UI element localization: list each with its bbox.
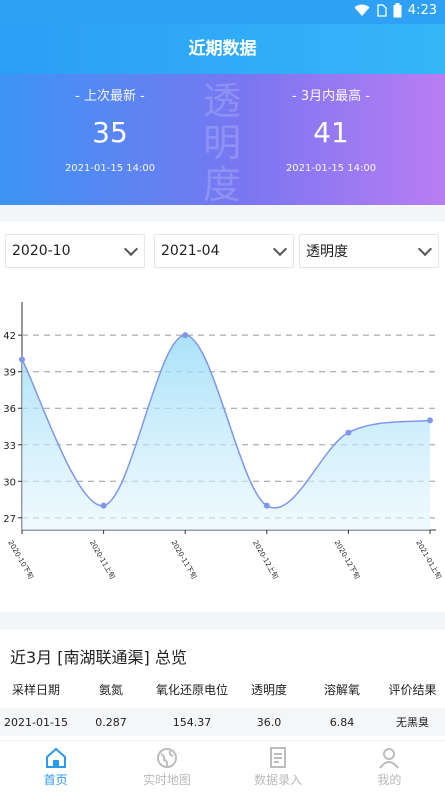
x-tick-label: 2021-01上旬 — [414, 539, 443, 581]
cell-result: 无黑臭 — [396, 716, 429, 729]
chevron-down-icon — [417, 241, 433, 256]
data-point[interactable] — [427, 417, 433, 424]
y-tick-label: 27 — [3, 514, 16, 525]
wifi-icon — [354, 4, 370, 16]
col-header: 氧化还原电位 — [155, 682, 228, 697]
max-value: 41 — [313, 116, 349, 149]
tab-data-entry-label: 数据录入 — [254, 773, 303, 787]
cell-transparency: 36.0 — [256, 715, 282, 729]
y-tick-label: 33 — [3, 441, 16, 452]
end-month-select[interactable]: 2021-04 — [154, 234, 294, 268]
user-icon — [379, 748, 400, 769]
chevron-down-icon — [123, 241, 139, 256]
chevron-down-icon — [272, 241, 288, 256]
cell-date: 2021-01-15 — [4, 715, 68, 729]
y-tick-label: 30 — [3, 477, 16, 488]
latest-time: 2021-01-15 14:00 — [64, 163, 156, 174]
end-month-value: 2021-04 — [161, 243, 220, 259]
data-point[interactable] — [182, 332, 189, 339]
x-tick-label: 2020-10下旬 — [6, 539, 35, 581]
status-bar: 4:23 — [0, 0, 445, 24]
tab-map[interactable]: 实时地图 — [111, 741, 222, 796]
trend-chart: 27 30 33 36 39 42 2020-10下旬 2020-11上旬 2020-11下旬 2… — [0, 282, 445, 612]
status-time: 4:23 — [407, 3, 437, 18]
table-row: 2021-01-15 0.287 154.37 36.0 6.84 无黑臭 — [0, 708, 445, 736]
data-point[interactable] — [19, 356, 25, 363]
tab-home[interactable]: 首页 — [0, 741, 111, 796]
latest-value: 35 — [92, 116, 128, 149]
data-point[interactable] — [345, 429, 352, 436]
tab-home-label: 首页 — [43, 773, 68, 787]
y-tick-label: 39 — [3, 368, 16, 379]
data-point[interactable] — [100, 502, 107, 509]
col-header: 溶解氧 — [323, 682, 360, 697]
tab-profile-label: 我的 — [377, 773, 402, 787]
tab-profile[interactable]: 我的 — [334, 741, 445, 796]
series-area — [22, 335, 430, 530]
tab-map-label: 实时地图 — [142, 773, 191, 787]
cell-oxygen: 6.84 — [329, 715, 355, 729]
latest-label: - 上次最新 - — [75, 89, 145, 104]
bottom-tab-bar: 首页 实时地图 数据录入 我的 — [0, 740, 445, 796]
line-chart: 27 30 33 36 39 42 2020-10下旬 2020-11上旬 2020-11下旬 2… — [3, 302, 444, 581]
max-label: - 3月内最高 - — [292, 89, 370, 104]
start-month-value: 2020-10 — [12, 243, 71, 259]
y-tick-label: 42 — [3, 331, 16, 342]
filter-bar: 2020-10 2021-04 透明度 — [0, 222, 445, 282]
summary-banner: 透明度 - 上次最新 - 35 2021-01-15 14:00 - 3月内最高… — [0, 74, 445, 206]
table-title: 近3月 [南湖联通渠] 总览 — [10, 648, 187, 667]
table-header-row: 采样日期 氨氮 氧化还原电位 透明度 溶解氧 评价结果 — [0, 674, 445, 704]
page-title: 近期数据 — [188, 39, 257, 59]
max-time: 2021-01-15 14:00 — [285, 163, 377, 174]
globe-icon — [156, 748, 177, 768]
col-header: 透明度 — [250, 682, 287, 697]
col-header: 氨氮 — [98, 682, 123, 697]
max-stat: - 3月内最高 - 41 2021-01-15 14:00 — [231, 74, 431, 174]
x-tick-label: 2020-12下旬 — [333, 539, 362, 581]
no-sim-icon — [377, 4, 387, 17]
cell-ammonia: 0.287 — [95, 715, 127, 729]
col-header: 采样日期 — [11, 682, 60, 697]
battery-icon — [393, 3, 402, 18]
cell-orp: 154.37 — [172, 715, 212, 729]
x-tick-label: 2020-11下旬 — [169, 539, 198, 581]
tab-data-entry[interactable]: 数据录入 — [223, 741, 334, 796]
x-tick-label: 2020-11上旬 — [88, 539, 117, 581]
latest-stat: - 上次最新 - 35 2021-01-15 14:00 — [10, 74, 210, 174]
data-point[interactable] — [263, 502, 270, 509]
y-tick-label: 36 — [3, 404, 16, 415]
start-month-select[interactable]: 2020-10 — [5, 234, 145, 268]
document-icon — [270, 747, 287, 768]
overview-table: 近3月 [南湖联通渠] 总览 采样日期 氨氮 氧化还原电位 透明度 溶解氧 评价… — [0, 630, 445, 740]
col-header: 评价结果 — [388, 682, 437, 697]
home-icon — [45, 747, 66, 768]
app-header: 近期数据 — [0, 24, 445, 74]
metric-value: 透明度 — [306, 244, 348, 260]
metric-select[interactable]: 透明度 — [299, 234, 439, 268]
x-tick-label: 2020-12上旬 — [251, 539, 280, 581]
